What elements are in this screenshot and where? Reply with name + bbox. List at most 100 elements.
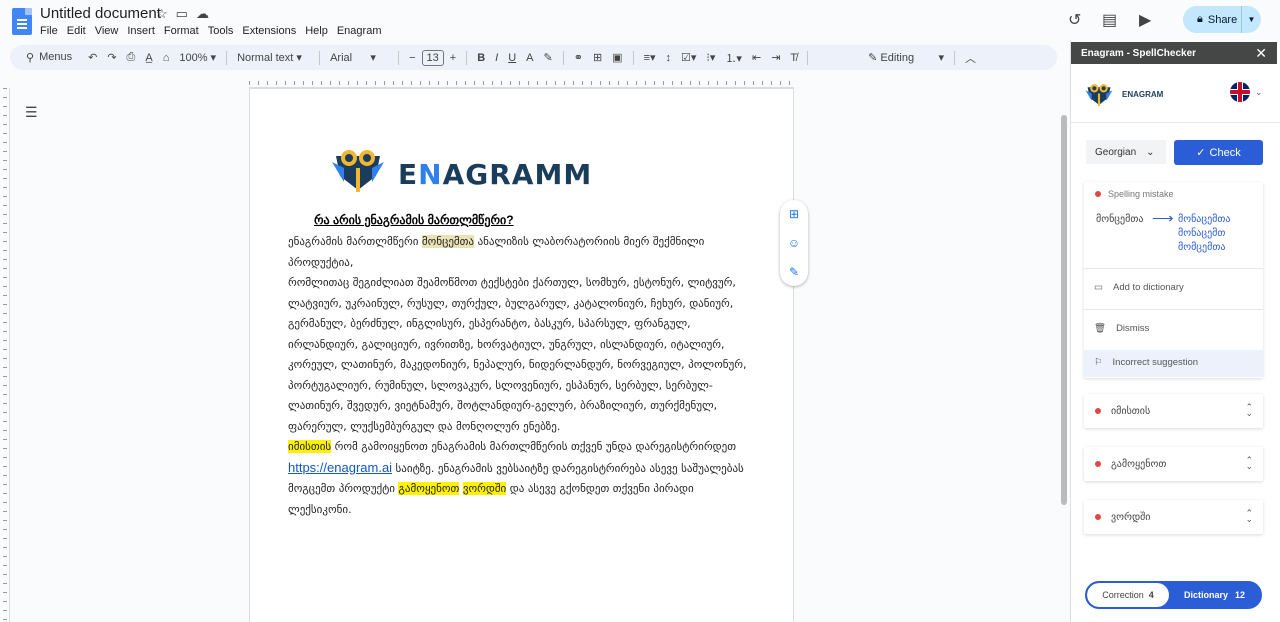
image-icon[interactable]: ▣ bbox=[612, 51, 622, 64]
flagged-word[interactable]: გამოყენოთ bbox=[398, 482, 460, 495]
spelling-card: Spelling mistake მონცემთა ⟶ მონაცემთა მო… bbox=[1084, 182, 1263, 378]
zoom-select[interactable]: 100% ▾ bbox=[179, 51, 216, 64]
ruler-tick bbox=[546, 81, 547, 85]
ruler-tick bbox=[411, 81, 412, 85]
add-to-dictionary-button[interactable]: ▭ Add to dictionary bbox=[1094, 282, 1184, 293]
style-select[interactable]: Normal text ▾ bbox=[237, 51, 309, 64]
paint-format-icon[interactable]: ⌂ bbox=[163, 52, 170, 64]
flagged-word-active[interactable]: მონცემთა bbox=[421, 235, 475, 248]
increase-indent-icon[interactable]: ⇥ bbox=[771, 51, 780, 64]
tab-dictionary[interactable]: Dictionary 12 bbox=[1169, 590, 1260, 600]
comment-icon[interactable]: ⊞ bbox=[593, 51, 602, 64]
decrease-font-icon[interactable]: − bbox=[409, 52, 415, 64]
ruler-tick bbox=[3, 484, 7, 485]
menu-view[interactable]: View bbox=[95, 25, 119, 37]
font-select[interactable]: Arial ▾ bbox=[330, 51, 388, 64]
ruler-tick bbox=[3, 313, 7, 314]
suggestion-item[interactable]: მონაცემთა bbox=[1178, 214, 1231, 225]
menus-search-button[interactable]: ⚲ Menus bbox=[20, 51, 78, 64]
history-icon[interactable]: ↺ bbox=[1068, 10, 1081, 30]
document-outline-icon[interactable]: ☰ bbox=[25, 104, 38, 121]
tab-correction[interactable]: Correction 4 bbox=[1087, 583, 1169, 607]
flagged-word[interactable]: იმისთის bbox=[288, 440, 332, 453]
link-icon[interactable]: ⚭ bbox=[574, 51, 583, 64]
vertical-ruler[interactable] bbox=[0, 88, 10, 622]
divider bbox=[1071, 122, 1280, 123]
menu-enagram[interactable]: Enagram bbox=[337, 25, 382, 37]
ruler-tick bbox=[735, 81, 736, 85]
ruler-tick bbox=[3, 457, 7, 458]
expand-icon[interactable]: ⌃ ⌄ bbox=[1245, 457, 1253, 472]
checklist-icon[interactable]: ☑▾ bbox=[681, 51, 696, 64]
emoji-icon[interactable]: ☺ bbox=[788, 236, 800, 250]
ruler-tick bbox=[3, 97, 7, 98]
ruler-tick bbox=[636, 81, 637, 85]
spellchecker-panel: Enagram - SpellChecker ✕ ENAGRAM ⌄ Georg… bbox=[1070, 40, 1280, 622]
paragraph-1: ენაგრამის მართლმწერი მონცემთა ანალიზის ლ… bbox=[288, 235, 705, 269]
add-comment-icon[interactable]: ⊞ bbox=[789, 207, 799, 221]
ruler-tick bbox=[726, 81, 727, 85]
chevron-down-icon[interactable]: ⌄ bbox=[1255, 87, 1263, 98]
ruler-tick bbox=[519, 81, 520, 85]
editing-mode-select[interactable]: ✎ Editing ▾ bbox=[868, 51, 944, 64]
language-select[interactable]: Georgian ⌄ bbox=[1086, 140, 1166, 164]
comments-icon[interactable]: ▤ bbox=[1102, 10, 1117, 30]
close-icon[interactable]: ✕ bbox=[1255, 45, 1267, 62]
line-spacing-icon[interactable]: ↕ bbox=[666, 52, 672, 64]
flagged-word[interactable]: ვორდში bbox=[462, 482, 507, 495]
share-button[interactable]: 🔒︎ Share ▼ bbox=[1183, 6, 1261, 33]
increase-font-icon[interactable]: + bbox=[450, 52, 456, 64]
suggestion-item[interactable]: მონაცემთ bbox=[1178, 228, 1225, 239]
mistake-item[interactable]: იმისთის ⌃ ⌄ bbox=[1084, 394, 1263, 428]
mistake-item[interactable]: ვორდში ⌃ ⌄ bbox=[1084, 500, 1263, 534]
redo-icon[interactable]: ↷ bbox=[107, 51, 116, 64]
scrollbar[interactable] bbox=[1061, 115, 1067, 505]
ruler-tick bbox=[555, 81, 556, 85]
check-button[interactable]: ✓ Check bbox=[1174, 140, 1263, 165]
clear-format-icon[interactable]: T̸ bbox=[790, 52, 797, 64]
underline-icon[interactable]: U bbox=[508, 52, 516, 64]
menu-tools[interactable]: Tools bbox=[208, 25, 234, 37]
mistake-item[interactable]: გამოყენოთ ⌃ ⌄ bbox=[1084, 447, 1263, 481]
bold-icon[interactable]: B bbox=[477, 52, 485, 64]
text-color-icon[interactable]: A bbox=[526, 52, 533, 64]
error-dot bbox=[1095, 514, 1101, 520]
menu-format[interactable]: Format bbox=[164, 25, 199, 37]
folder-icon[interactable]: ▭ bbox=[176, 6, 188, 22]
align-icon[interactable]: ≡▾ bbox=[644, 51, 656, 64]
spellcheck-icon[interactable]: A̲ bbox=[145, 52, 152, 64]
highlight-icon[interactable]: ✎ bbox=[544, 51, 553, 64]
menu-insert[interactable]: Insert bbox=[127, 25, 155, 37]
menu-help[interactable]: Help bbox=[305, 25, 328, 37]
font-size-input[interactable]: 13 bbox=[421, 49, 444, 66]
suggest-edit-icon[interactable]: ✎ bbox=[789, 265, 799, 279]
dismiss-button[interactable]: 🗑︎ Dismiss bbox=[1094, 323, 1149, 334]
menu-file[interactable]: File bbox=[40, 25, 58, 37]
document-body[interactable]: ენაგრამის მართლმწერი მონცემთა ანალიზის ლ… bbox=[288, 232, 758, 520]
ruler-tick bbox=[456, 81, 457, 85]
docs-logo-icon[interactable] bbox=[12, 8, 32, 35]
expand-icon[interactable]: ⌃ ⌄ bbox=[1245, 404, 1253, 419]
collapse-toolbar-icon[interactable]: ︿ bbox=[965, 50, 976, 66]
horizontal-ruler[interactable] bbox=[249, 72, 794, 88]
italic-icon[interactable]: I bbox=[495, 52, 498, 64]
ruler-tick bbox=[285, 81, 286, 85]
menu-edit[interactable]: Edit bbox=[67, 25, 86, 37]
numbered-list-icon[interactable]: ⒈▾ bbox=[725, 50, 742, 66]
ruler-tick bbox=[780, 81, 781, 85]
uk-flag-icon[interactable] bbox=[1230, 82, 1250, 102]
expand-icon[interactable]: ⌃ ⌄ bbox=[1245, 510, 1253, 525]
enagram-link[interactable]: https://enagram.ai bbox=[288, 460, 392, 475]
bullet-list-icon[interactable]: ⁝▾ bbox=[706, 51, 715, 64]
decrease-indent-icon[interactable]: ⇤ bbox=[752, 51, 761, 64]
menu-extensions[interactable]: Extensions bbox=[242, 25, 296, 37]
document-title[interactable]: Untitled document bbox=[40, 5, 161, 22]
meet-icon[interactable]: ▶ bbox=[1139, 10, 1151, 30]
suggestion-item[interactable]: მომცემთა bbox=[1178, 242, 1225, 253]
share-dropdown-icon[interactable]: ▼ bbox=[1241, 6, 1261, 33]
star-icon[interactable]: ☆ bbox=[156, 6, 168, 22]
cloud-icon[interactable]: ☁ bbox=[196, 6, 209, 22]
print-icon[interactable]: ⎙ bbox=[127, 51, 136, 64]
incorrect-suggestion-button[interactable]: ⚐ Incorrect suggestion bbox=[1094, 357, 1198, 368]
undo-icon[interactable]: ↶ bbox=[88, 51, 97, 64]
